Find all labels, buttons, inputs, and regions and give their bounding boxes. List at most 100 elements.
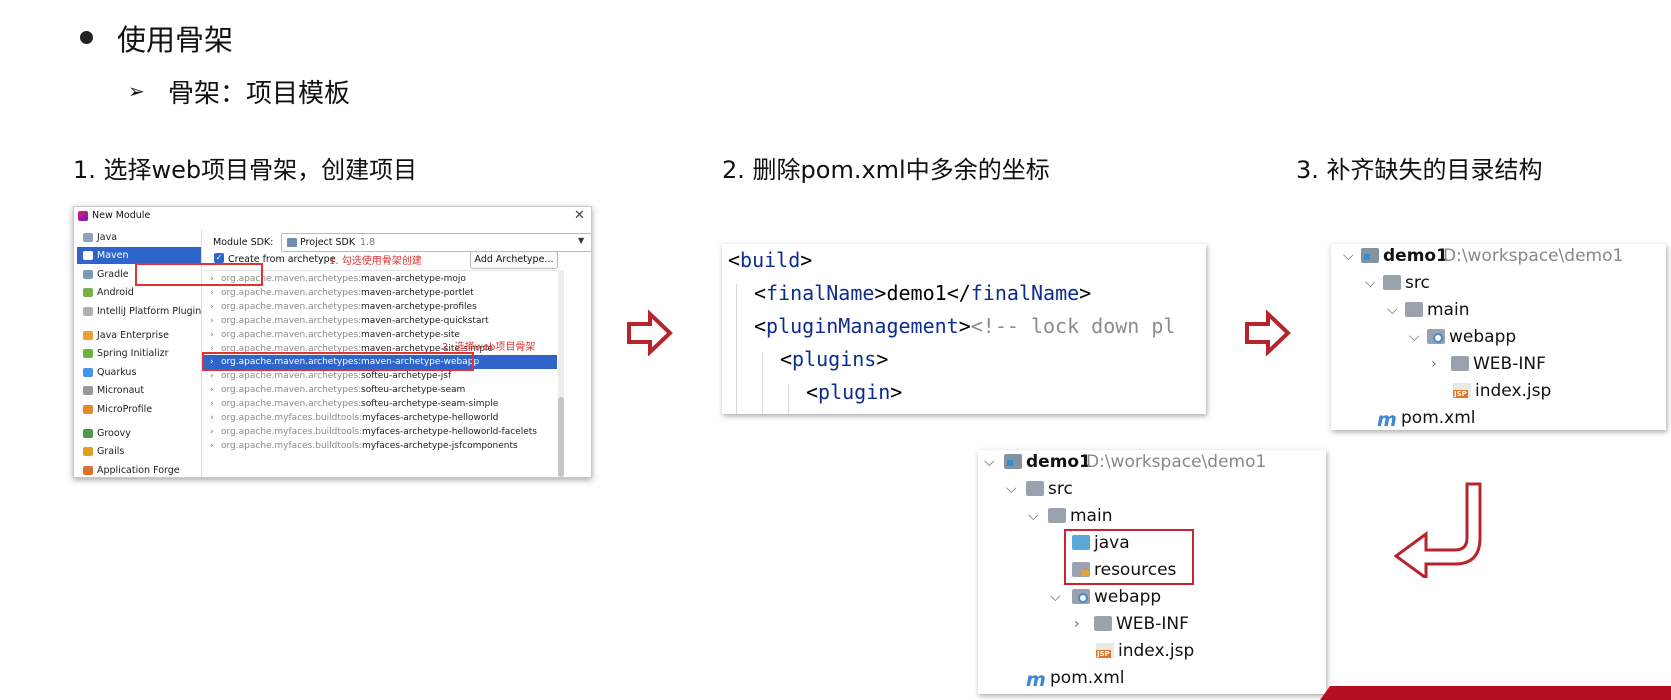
new-folders-highlight-box — [1064, 529, 1194, 585]
tree-root-label: demo1 — [1383, 246, 1448, 266]
step-1-label: 1. 选择web项目骨架，创建项目 — [73, 156, 418, 184]
webapp-highlight-box — [202, 352, 474, 371]
tree-src-label: src — [1048, 479, 1073, 499]
archetype-artifact: maven-archetype-profiles — [361, 301, 477, 312]
chevron-down-icon: ⌵ — [1365, 275, 1376, 291]
generator-label: Gradle — [97, 268, 129, 280]
generator-item[interactable]: Spring Initializr — [77, 345, 201, 362]
generator-item[interactable]: Java — [77, 229, 201, 246]
code-bracket: < — [754, 314, 767, 338]
jsp-file-icon — [1096, 643, 1114, 658]
sdk-folder-icon — [287, 238, 297, 247]
archetype-group: org.apache.maven.archetypes: — [221, 329, 362, 340]
code-bracket: > — [890, 380, 903, 404]
archetype-row[interactable]: › org.apache.maven.archetypes: softeu-arch… — [204, 397, 557, 411]
xml-tag-name: plugins — [792, 347, 877, 371]
groovy-icon — [83, 429, 93, 438]
xml-tag-name: build — [740, 248, 801, 272]
archetype-group: org.apache.maven.archetypes: — [221, 301, 362, 312]
module-folder-icon — [1361, 248, 1379, 263]
generator-item[interactable]: Java Enterprise — [77, 327, 201, 344]
tree-indexjsp-label: index.jsp — [1118, 641, 1195, 661]
xml-text: demo1 — [886, 281, 947, 305]
chevron-right-icon: › — [210, 315, 214, 326]
archetype-row[interactable]: › org.apache.myfaces.buildtools: myfaces-a… — [204, 425, 557, 439]
maven-file-icon: m — [1377, 409, 1397, 430]
add-archetype-button[interactable]: Add Archetype... — [470, 251, 558, 269]
project-tree-after: ⌵ demo1 D:\workspace\demo1 ⌵ src ⌵ main … — [978, 450, 1326, 694]
generator-label: Maven — [97, 250, 129, 262]
generator-item[interactable]: Application Forge — [77, 462, 201, 477]
archetype-artifact: myfaces-archetype-helloworld — [362, 413, 499, 423]
code-line: <plugin> — [806, 380, 902, 404]
android-icon — [83, 288, 93, 298]
code-bracket: > — [800, 248, 813, 272]
slide-subheading: 骨架：项目模板 — [168, 79, 351, 109]
chevron-down-icon: ⌵ — [1006, 481, 1017, 497]
project-tree-before: ⌵ demo1 D:\workspace\demo1 ⌵ src ⌵ main … — [1331, 244, 1666, 430]
archetype-artifact: maven-archetype-mojo — [361, 274, 466, 284]
tree-webinf-label: WEB-INF — [1473, 354, 1546, 374]
archetype-group: org.apache.maven.archetypes: — [221, 287, 362, 298]
generator-item[interactable]: Quarkus — [77, 364, 201, 381]
generator-label: Grails — [97, 446, 125, 458]
pom-code-panel: <build> <finalName>demo1</finalName> <plug… — [722, 244, 1206, 414]
code-bracket: > — [958, 314, 971, 338]
generator-item[interactable]: Android — [77, 284, 201, 301]
archetype-artifact: myfaces-archetype-jsfcomponents — [362, 440, 518, 451]
tree-root-label: demo1 — [1026, 452, 1091, 472]
generator-label: Micronaut — [97, 385, 145, 397]
web-folder-icon — [1072, 589, 1090, 604]
archetype-row[interactable]: › org.apache.myfaces.buildtools: myfaces-a… — [204, 411, 557, 425]
code-line: <pluginManagement><!-- lock down pl — [754, 314, 1175, 338]
archetype-row[interactable]: › org.apache.maven.archetypes: softeu-arch… — [204, 369, 557, 383]
code-bracket: < — [754, 281, 767, 305]
code-bracket: < — [728, 248, 741, 272]
new-module-dialog: New Module ✕ Java Maven Gradle Android Intel… — [73, 206, 592, 478]
gradle-icon — [83, 269, 93, 279]
chevron-down-icon: ⌵ — [1050, 589, 1061, 605]
tree-pom-label: pom.xml — [1401, 408, 1476, 428]
close-icon[interactable]: ✕ — [574, 208, 585, 223]
generator-item[interactable]: Maven — [77, 247, 201, 265]
sdk-label: Module SDK: — [213, 237, 274, 248]
archetype-row[interactable]: › org.apache.maven.archetypes: maven-arche… — [204, 314, 557, 328]
generator-item[interactable]: Groovy — [77, 425, 201, 442]
spring-icon — [83, 349, 93, 359]
archetype-row[interactable]: › org.apache.maven.archetypes: maven-arche… — [204, 286, 557, 300]
annotation-2: 2. 选择web项目骨架 — [442, 342, 536, 353]
generator-label: Groovy — [97, 428, 131, 439]
folder-icon — [1405, 302, 1423, 317]
scrollbar-thumb[interactable] — [558, 397, 564, 477]
generator-label: Application Forge — [97, 464, 180, 476]
module-folder-icon — [1004, 454, 1022, 469]
quarkus-icon — [83, 367, 93, 377]
archetype-row[interactable]: › org.apache.myfaces.buildtools: myfaces-a… — [204, 439, 557, 453]
sdk-select[interactable]: Project SDK 1.8 ▼ — [281, 233, 591, 252]
generator-item[interactable]: IntelliJ Platform Plugin — [77, 303, 201, 320]
generator-label: Android — [97, 287, 134, 299]
chevron-down-icon: ⌵ — [1409, 329, 1420, 345]
folder-icon — [1383, 275, 1401, 290]
code-line: <plugins> — [780, 347, 888, 371]
sdk-value: Project SDK — [300, 237, 356, 248]
generator-item[interactable]: MicroProfile — [77, 401, 201, 418]
generator-label: Java — [97, 232, 118, 243]
chevron-right-icon: › — [210, 301, 214, 312]
generator-label: Java Enterprise — [97, 330, 169, 341]
archetype-row[interactable]: › org.apache.maven.archetypes: softeu-arch… — [204, 383, 557, 397]
archetype-checkbox[interactable]: ✓ — [214, 253, 224, 263]
generator-item[interactable]: Grails — [77, 443, 201, 460]
arrow-right-icon — [1245, 310, 1291, 356]
generator-label: MicroProfile — [97, 403, 153, 415]
chevron-down-icon: ⌵ — [1028, 508, 1039, 524]
archetype-row[interactable]: › org.apache.maven.archetypes: maven-arche… — [204, 300, 557, 314]
chevron-right-icon: › — [210, 287, 214, 298]
archetype-artifact: myfaces-archetype-helloworld-facelets — [362, 426, 537, 437]
web-folder-icon — [1427, 329, 1445, 344]
generator-item[interactable]: Micronaut — [77, 382, 201, 399]
chevron-down-icon: ⌵ — [1387, 302, 1398, 318]
tree-webinf-label: WEB-INF — [1116, 614, 1189, 634]
xml-tag-name: finalName — [766, 281, 875, 305]
indent-guide — [762, 352, 763, 414]
